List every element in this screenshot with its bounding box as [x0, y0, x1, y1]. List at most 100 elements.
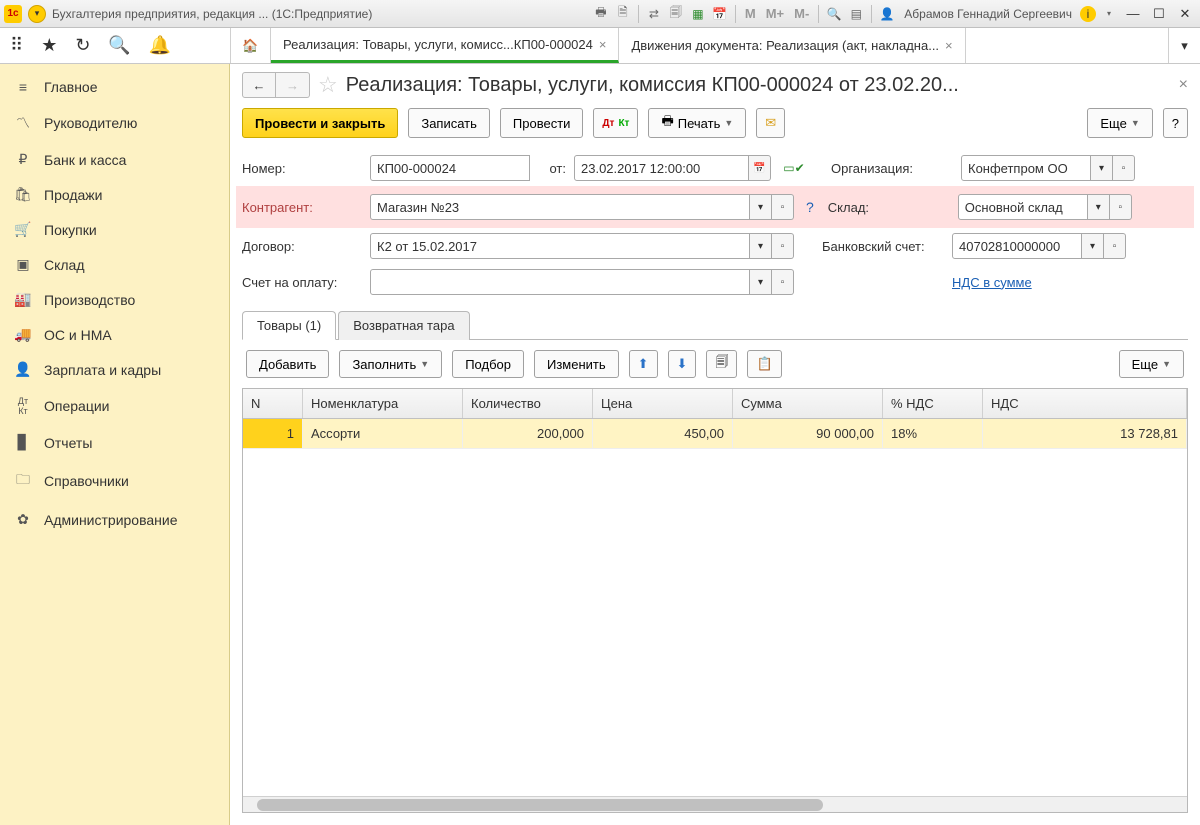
col-n[interactable]: N	[243, 389, 303, 418]
open-ref-button[interactable]: ▫	[772, 269, 794, 295]
document-icon[interactable]: 🗐	[667, 6, 685, 22]
write-button[interactable]: Записать	[408, 108, 490, 138]
apps-grid-icon[interactable]: ⠿	[10, 35, 23, 56]
dropdown-button[interactable]: ▾	[750, 233, 772, 259]
calculator-icon[interactable]: ▦	[689, 6, 707, 22]
minimize-button[interactable]: —	[1122, 5, 1144, 23]
favorite-star-icon[interactable]: ☆	[318, 72, 338, 98]
dropdown-button[interactable]: ▾	[1091, 155, 1113, 181]
document-tab-active[interactable]: Реализация: Товары, услуги, комисс...КП0…	[271, 28, 619, 63]
col-price[interactable]: Цена	[593, 389, 733, 418]
nav-forward-button[interactable]: →	[276, 72, 310, 98]
sidebar-item-assets[interactable]: 🚚ОС и НМА	[0, 317, 229, 352]
home-button[interactable]: 🏠	[231, 28, 271, 63]
compare-icon[interactable]: ⇄	[645, 6, 663, 22]
dtkt-button[interactable]: ДтКт	[593, 108, 638, 138]
open-ref-button[interactable]: ▫	[772, 194, 794, 220]
invoice-input[interactable]	[370, 269, 750, 295]
tab-goods[interactable]: Товары (1)	[242, 311, 336, 340]
open-ref-button[interactable]: ▫	[1104, 233, 1126, 259]
date-input[interactable]: 23.02.2017 12:00:00	[574, 155, 749, 181]
sidebar-item-catalogs[interactable]: 🗀Справочники	[0, 460, 229, 502]
post-and-close-button[interactable]: Провести и закрыть	[242, 108, 398, 138]
dropdown-button[interactable]: ▾	[750, 194, 772, 220]
memory-mplus-button[interactable]: M+	[763, 6, 787, 21]
nav-back-button[interactable]: ←	[242, 72, 276, 98]
calendar-button[interactable]: 📅	[749, 155, 771, 181]
print-icon[interactable]: 🖶	[592, 6, 610, 22]
col-vat-percent[interactable]: % НДС	[883, 389, 983, 418]
horizontal-scrollbar[interactable]	[243, 796, 1187, 812]
sidebar-item-production[interactable]: 🏭Производство	[0, 282, 229, 317]
dropdown-button[interactable]: ▾	[1088, 194, 1110, 220]
sidebar-item-reports[interactable]: ▊Отчеты	[0, 425, 229, 460]
edit-button[interactable]: Изменить	[534, 350, 619, 378]
status-check-icon[interactable]: ▭✔	[785, 160, 803, 176]
paste-button[interactable]: 📋	[747, 350, 781, 378]
sidebar-item-bank[interactable]: ₽Банк и касса	[0, 142, 229, 177]
sidebar-item-purchases[interactable]: 🛒Покупки	[0, 212, 229, 247]
cell-sum[interactable]: 90 000,00	[733, 419, 883, 448]
memory-mminus-button[interactable]: M-	[791, 6, 812, 21]
tab-tare[interactable]: Возвратная тара	[338, 311, 469, 340]
sidebar-item-admin[interactable]: ✿Администрирование	[0, 502, 229, 537]
cell-price[interactable]: 450,00	[593, 419, 733, 448]
app-menu-dropdown[interactable]: ▾	[28, 5, 46, 23]
close-window-button[interactable]: ✕	[1174, 5, 1196, 23]
cell-quantity[interactable]: 200,000	[463, 419, 593, 448]
contragent-input[interactable]: Магазин №23	[370, 194, 750, 220]
document-tab[interactable]: Движения документа: Реализация (акт, нак…	[619, 28, 965, 63]
col-nomenclature[interactable]: Номенклатура	[303, 389, 463, 418]
help-button[interactable]: ?	[1163, 108, 1188, 138]
maximize-button[interactable]: ☐	[1148, 5, 1170, 23]
calendar-icon[interactable]: 📅	[711, 6, 729, 22]
search-icon[interactable]: 🔍	[108, 35, 130, 56]
bank-input[interactable]: 40702810000000	[952, 233, 1082, 259]
move-up-button[interactable]: ⬆	[629, 350, 658, 378]
col-quantity[interactable]: Количество	[463, 389, 593, 418]
cell-vat-percent[interactable]: 18%	[883, 419, 983, 448]
cell-n[interactable]: 1	[243, 419, 303, 448]
open-ref-button[interactable]: ▫	[1113, 155, 1135, 181]
cell-nomenclature[interactable]: Ассорти	[303, 419, 463, 448]
open-ref-button[interactable]: ▫	[772, 233, 794, 259]
tabs-more-button[interactable]: ▾	[1168, 28, 1200, 63]
sidebar-item-sales[interactable]: 🛍Продажи	[0, 177, 229, 212]
info-icon[interactable]: i	[1080, 6, 1096, 22]
sidebar-item-main[interactable]: ≡Главное	[0, 70, 229, 104]
field-help-icon[interactable]: ?	[806, 199, 814, 215]
copy-button[interactable]: 🗐	[706, 350, 737, 378]
email-button[interactable]: ✉	[756, 108, 785, 138]
fill-button[interactable]: Заполнить▼	[339, 350, 442, 378]
number-input[interactable]: КП00-000024	[370, 155, 530, 181]
tab-close-icon[interactable]: ×	[945, 38, 953, 53]
add-row-button[interactable]: Добавить	[246, 350, 329, 378]
dropdown-button[interactable]: ▾	[1082, 233, 1104, 259]
sidebar-item-hr[interactable]: 👤Зарплата и кадры	[0, 352, 229, 387]
favorites-star-icon[interactable]: ★	[41, 35, 57, 56]
notifications-bell-icon[interactable]: 🔔	[149, 35, 171, 56]
print-button[interactable]: 🖶Печать▼	[648, 108, 746, 138]
zoom-icon[interactable]: 🔍	[825, 6, 843, 22]
sidebar-item-operations[interactable]: ДтКтОперации	[0, 387, 229, 425]
open-ref-button[interactable]: ▫	[1110, 194, 1132, 220]
contract-input[interactable]: К2 от 15.02.2017	[370, 233, 750, 259]
col-vat[interactable]: НДС	[983, 389, 1187, 418]
org-input[interactable]: Конфетпром ОО	[961, 155, 1091, 181]
col-sum[interactable]: Сумма	[733, 389, 883, 418]
info-dropdown-icon[interactable]: ▾	[1100, 6, 1118, 22]
post-button[interactable]: Провести	[500, 108, 584, 138]
memory-m-button[interactable]: M	[742, 6, 759, 21]
warehouse-input[interactable]: Основной склад	[958, 194, 1088, 220]
table-more-button[interactable]: Еще▼	[1119, 350, 1184, 378]
list-icon[interactable]: ▤	[847, 6, 865, 22]
dropdown-button[interactable]: ▾	[750, 269, 772, 295]
tab-close-icon[interactable]: ×	[599, 37, 607, 52]
sidebar-item-manager[interactable]: 〽Руководителю	[0, 104, 229, 142]
history-icon[interactable]: ↻	[75, 35, 90, 56]
vat-mode-link[interactable]: НДС в сумме	[952, 275, 1032, 290]
more-button[interactable]: Еще▼	[1087, 108, 1152, 138]
move-down-button[interactable]: ⬇	[668, 350, 697, 378]
sidebar-item-warehouse[interactable]: ▣Склад	[0, 247, 229, 282]
document-close-icon[interactable]: ×	[1179, 76, 1188, 94]
